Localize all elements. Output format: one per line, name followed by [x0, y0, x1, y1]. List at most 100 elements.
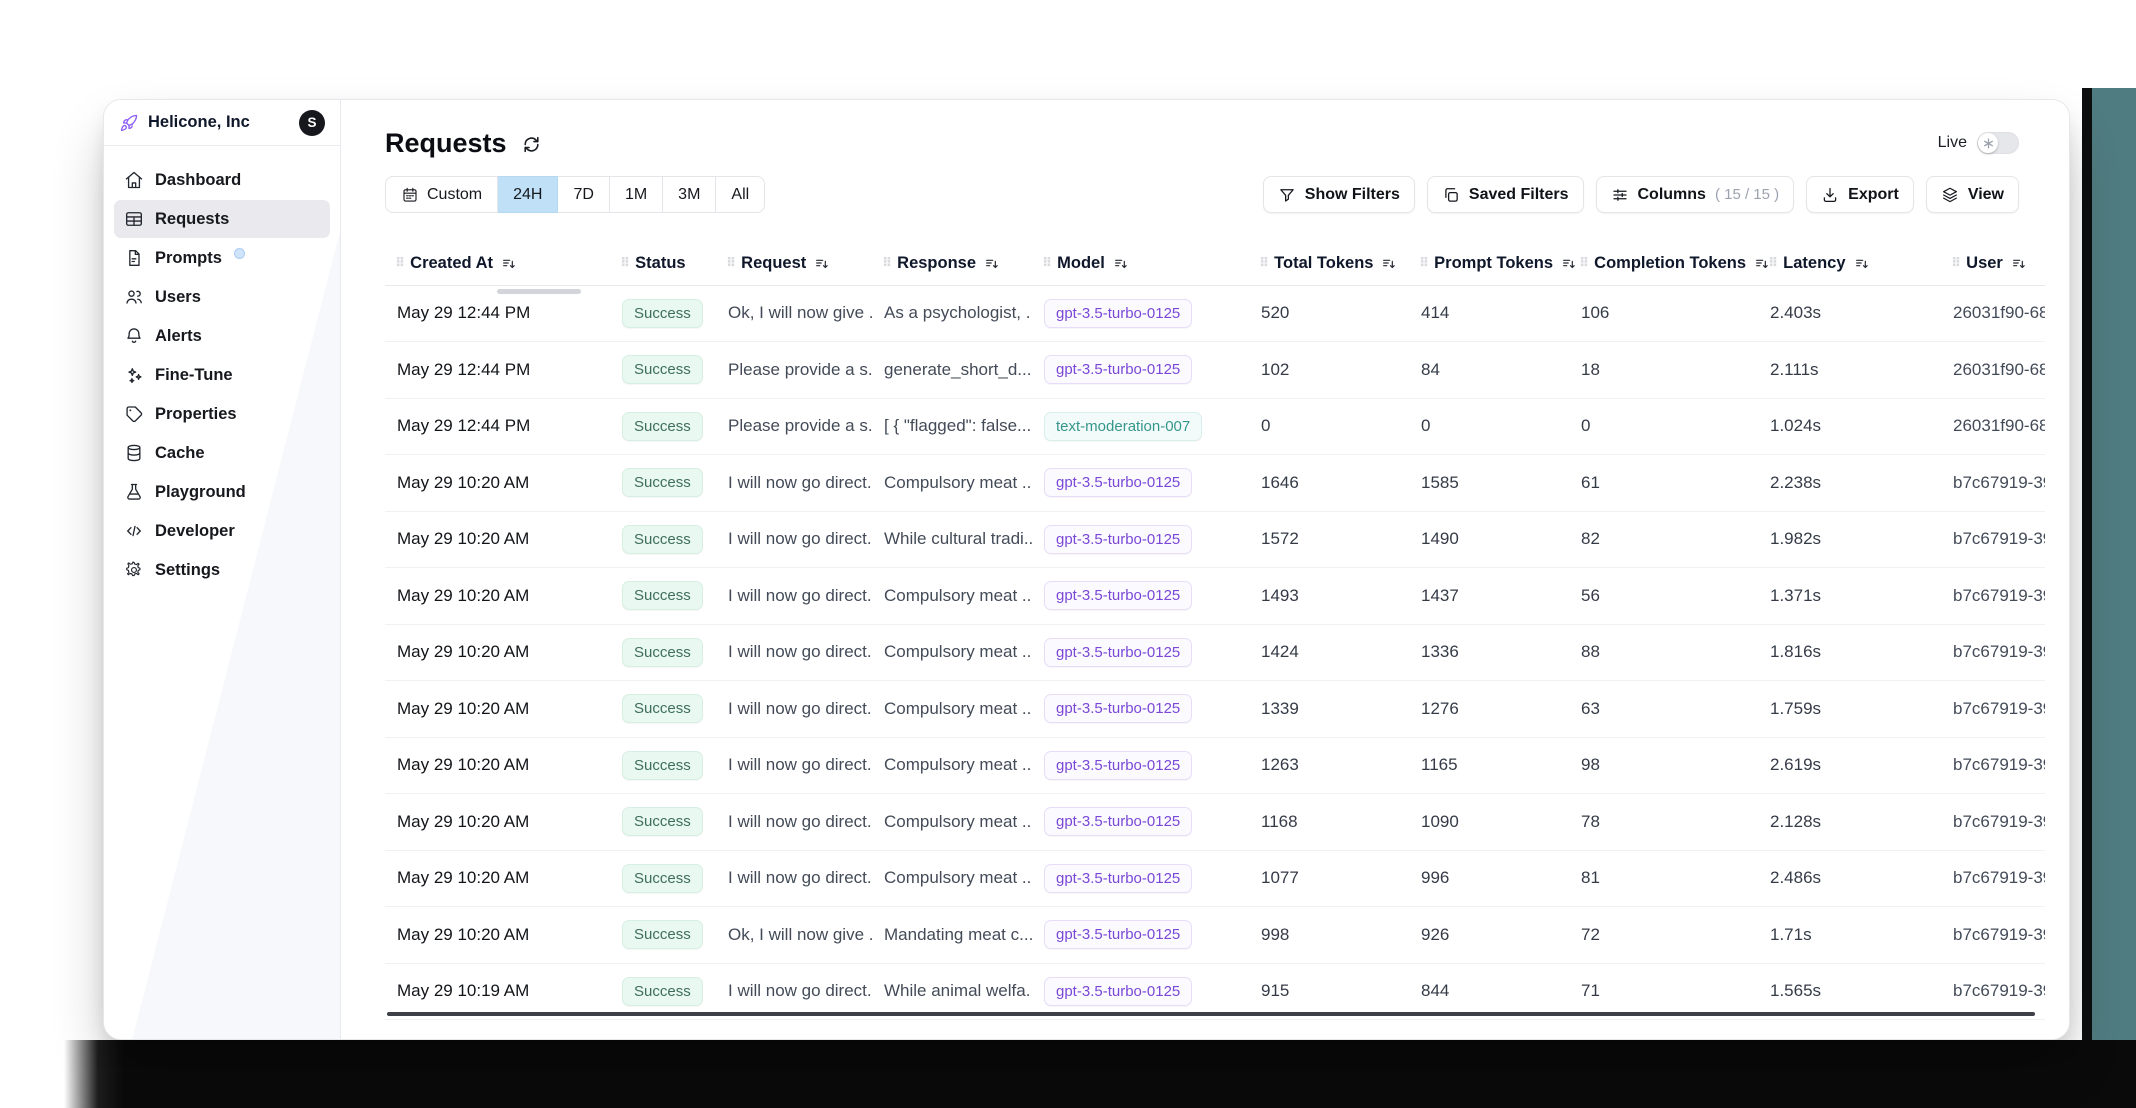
table-row[interactable]: May 29 10:20 AMSuccessI will now go dire… — [385, 794, 2045, 851]
column-header-status[interactable]: ⠿Status — [610, 243, 716, 285]
column-label: Completion Tokens — [1594, 254, 1746, 273]
column-header-total_tokens[interactable]: ⠿Total Tokens — [1249, 243, 1409, 285]
status-badge: Success — [622, 299, 703, 328]
time-range-3m[interactable]: 3M — [663, 176, 716, 213]
action-label: Columns — [1638, 186, 1706, 204]
column-label: Prompt Tokens — [1434, 254, 1553, 273]
drag-handle-icon[interactable]: ⠿ — [882, 256, 891, 271]
cell-latency: 1.982s — [1758, 511, 1941, 568]
cell-response: While cultural tradi... — [872, 511, 1032, 568]
sidebar-nav: Dashboard Requests Prompts Users Alerts Fine-… — [104, 146, 340, 605]
table-row[interactable]: May 29 10:20 AMSuccessOk, I will now giv… — [385, 907, 2045, 964]
cell-user: b7c67919-39 — [1941, 737, 2045, 794]
time-range-7d[interactable]: 7D — [558, 176, 609, 213]
sort-icon[interactable] — [2011, 256, 2027, 272]
table-row[interactable]: May 29 10:20 AMSuccessI will now go dire… — [385, 737, 2045, 794]
column-header-request[interactable]: ⠿Request — [716, 243, 872, 285]
column-header-user[interactable]: ⠿User — [1941, 243, 2045, 285]
drag-handle-icon[interactable]: ⠿ — [1042, 256, 1051, 271]
cell-request: I will now go direct... — [716, 624, 872, 681]
horizontal-scrollbar-thumb-bottom[interactable] — [387, 1012, 2035, 1016]
horizontal-scrollbar-thumb-top[interactable] — [497, 289, 581, 294]
sidebar-item-label: Users — [155, 288, 201, 307]
sort-icon[interactable] — [1561, 256, 1577, 272]
status-badge: Success — [622, 977, 703, 1006]
sidebar-item-dashboard[interactable]: Dashboard — [114, 161, 330, 199]
sort-icon[interactable] — [984, 256, 1000, 272]
cell-response: Compulsory meat ... — [872, 737, 1032, 794]
show-filters-button[interactable]: Show Filters — [1263, 176, 1415, 213]
table-row[interactable]: May 29 12:44 PMSuccessOk, I will now giv… — [385, 285, 2045, 342]
sidebar-item-label: Requests — [155, 210, 229, 229]
status-badge: Success — [622, 638, 703, 667]
drag-handle-icon[interactable]: ⠿ — [1419, 256, 1428, 271]
column-label: Model — [1057, 254, 1105, 273]
table-row[interactable]: May 29 12:44 PMSuccessPlease provide a s… — [385, 342, 2045, 399]
sidebar-item-playground[interactable]: Playground — [114, 473, 330, 511]
cell-request: Ok, I will now give ... — [716, 285, 872, 342]
drag-handle-icon[interactable]: ⠿ — [620, 256, 629, 271]
cell-total_tokens: 520 — [1249, 285, 1409, 342]
sidebar-item-prompts[interactable]: Prompts — [114, 239, 330, 277]
time-range-24h[interactable]: 24H — [498, 176, 558, 213]
column-header-prompt_tokens[interactable]: ⠿ Prompt Tokens — [1409, 243, 1569, 285]
column-header-model[interactable]: ⠿ Model — [1032, 243, 1249, 285]
table-row[interactable]: May 29 10:20 AMSuccessI will now go dire… — [385, 624, 2045, 681]
column-header-completion_tokens[interactable]: ⠿ Completion Tokens — [1569, 243, 1758, 285]
sidebar-item-label: Alerts — [155, 327, 202, 346]
column-label: Latency — [1783, 254, 1845, 273]
columns-button[interactable]: Columns ( 15 / 15 ) — [1596, 176, 1795, 213]
drag-handle-icon[interactable]: ⠿ — [726, 256, 735, 271]
avatar[interactable]: S — [299, 110, 325, 136]
table-row[interactable]: May 29 10:20 AMSuccessI will now go dire… — [385, 455, 2045, 512]
cell-response: As a psychologist, ... — [872, 285, 1032, 342]
table-row[interactable]: May 29 10:20 AMSuccessI will now go dire… — [385, 681, 2045, 738]
sort-icon[interactable] — [1381, 256, 1397, 272]
table-row[interactable]: May 29 10:20 AMSuccessI will now go dire… — [385, 568, 2045, 625]
table-row[interactable]: May 29 10:20 AMSuccessI will now go dire… — [385, 850, 2045, 907]
sidebar-item-requests[interactable]: Requests — [114, 200, 330, 238]
saved-filters-button[interactable]: Saved Filters — [1427, 176, 1584, 213]
refresh-icon[interactable] — [521, 134, 542, 155]
sort-icon[interactable] — [814, 256, 830, 272]
live-toggle[interactable] — [1977, 132, 2019, 154]
drag-handle-icon[interactable]: ⠿ — [1951, 256, 1960, 271]
sidebar-item-developer[interactable]: Developer — [114, 512, 330, 550]
drag-handle-icon[interactable]: ⠿ — [1259, 256, 1268, 271]
sidebar-item-settings[interactable]: Settings — [114, 551, 330, 589]
copy-icon — [1442, 186, 1460, 204]
view-button[interactable]: View — [1926, 176, 2019, 213]
sidebar-item-alerts[interactable]: Alerts — [114, 317, 330, 355]
column-header-latency[interactable]: ⠿ Latency — [1758, 243, 1941, 285]
cell-latency: 2.619s — [1758, 737, 1941, 794]
columns-count: ( 15 / 15 ) — [1715, 186, 1779, 203]
cell-response: Compulsory meat ... — [872, 624, 1032, 681]
status-badge: Success — [622, 412, 703, 441]
sort-icon[interactable] — [1113, 256, 1129, 272]
sidebar-item-properties[interactable]: Properties — [114, 395, 330, 433]
table-row[interactable]: May 29 12:44 PMSuccessPlease provide a s… — [385, 398, 2045, 455]
column-header-response[interactable]: ⠿Response — [872, 243, 1032, 285]
sidebar-item-cache[interactable]: Cache — [114, 434, 330, 472]
time-range-all[interactable]: All — [716, 176, 765, 213]
cell-request: I will now go direct... — [716, 850, 872, 907]
cell-response: Compulsory meat ... — [872, 850, 1032, 907]
status-badge: Success — [622, 920, 703, 949]
sidebar-item-users[interactable]: Users — [114, 278, 330, 316]
drag-handle-icon[interactable]: ⠿ — [1768, 256, 1777, 271]
sidebar-item-label: Developer — [155, 522, 235, 541]
cell-total_tokens: 0 — [1249, 398, 1409, 455]
export-button[interactable]: Export — [1806, 176, 1914, 213]
table-row[interactable]: May 29 10:20 AMSuccessI will now go dire… — [385, 511, 2045, 568]
time-range-custom[interactable]: Custom — [385, 176, 498, 213]
sidebar-item-fine-tune[interactable]: Fine-Tune — [114, 356, 330, 394]
column-header-created_at[interactable]: ⠿Created At — [385, 243, 610, 285]
time-range-1m[interactable]: 1M — [610, 176, 663, 213]
toolbar: Custom24H7D1M3MAll Show Filters Saved Fil… — [341, 160, 2069, 213]
sort-icon[interactable] — [1854, 256, 1870, 272]
drag-handle-icon[interactable]: ⠿ — [395, 256, 404, 271]
drag-handle-icon[interactable]: ⠿ — [1579, 256, 1588, 271]
cell-request: I will now go direct... — [716, 455, 872, 512]
beaker-icon — [124, 482, 144, 502]
sort-icon[interactable] — [501, 256, 517, 272]
